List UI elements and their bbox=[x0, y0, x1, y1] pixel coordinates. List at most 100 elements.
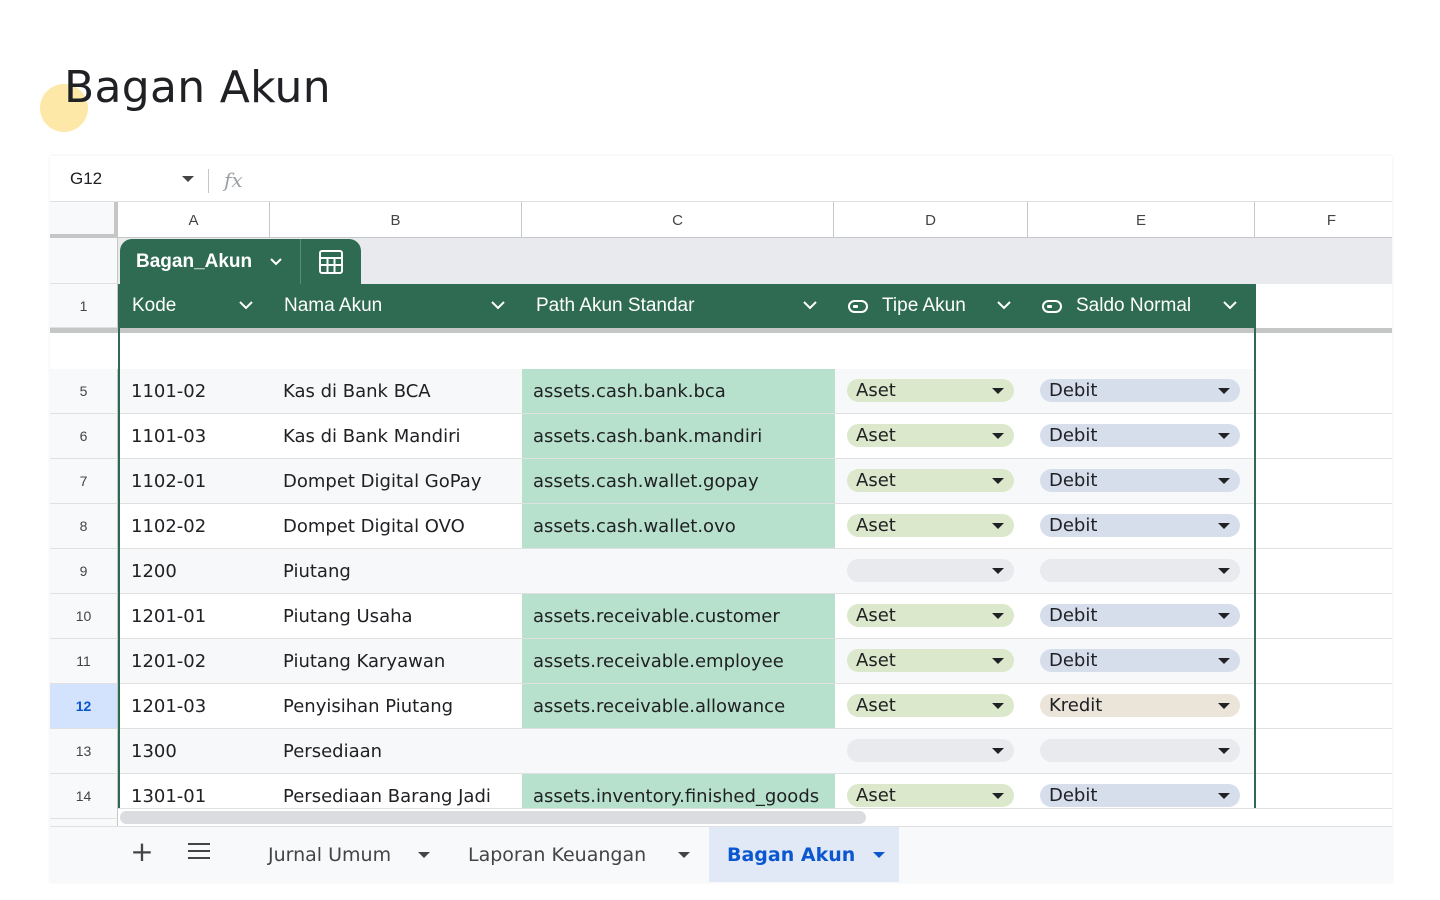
tipe-akun-dropdown[interactable]: Aset bbox=[847, 649, 1014, 672]
dropdown-arrow-icon[interactable] bbox=[1218, 433, 1230, 439]
cell-kode[interactable]: 1102-02 bbox=[120, 504, 272, 548]
chevron-down-icon[interactable] bbox=[678, 852, 690, 858]
cell-path-akun[interactable] bbox=[522, 549, 835, 593]
cell-nama-akun[interactable]: Penyisihan Piutang bbox=[272, 684, 524, 728]
cell-kode[interactable]: 1101-03 bbox=[120, 414, 272, 458]
dropdown-arrow-icon[interactable] bbox=[1218, 478, 1230, 484]
cell-nama-akun[interactable]: Piutang Karyawan bbox=[272, 639, 524, 683]
row-header[interactable]: 14 bbox=[50, 774, 118, 819]
row-header[interactable]: 1 bbox=[50, 284, 118, 328]
cell-kode[interactable]: 1101-02 bbox=[120, 369, 272, 413]
dropdown-arrow-icon[interactable] bbox=[992, 613, 1004, 619]
row-header[interactable]: 10 bbox=[50, 594, 118, 639]
tipe-akun-dropdown[interactable]: Aset bbox=[847, 469, 1014, 492]
tipe-akun-dropdown[interactable]: Aset bbox=[847, 424, 1014, 447]
dropdown-arrow-icon[interactable] bbox=[1218, 658, 1230, 664]
row-header[interactable]: 6 bbox=[50, 414, 118, 459]
cell-path-akun[interactable]: assets.cash.wallet.gopay bbox=[522, 459, 835, 503]
column-header-f[interactable]: F bbox=[1255, 202, 1392, 238]
cell-kode[interactable]: 1200 bbox=[120, 549, 272, 593]
table-row[interactable]: 1101-02 Kas di Bank BCA assets.cash.bank.b… bbox=[118, 369, 1392, 414]
table-row[interactable]: 1201-02 Piutang Karyawan assets.receivable… bbox=[118, 639, 1392, 684]
column-header-d[interactable]: D bbox=[834, 202, 1028, 238]
dropdown-arrow-icon[interactable] bbox=[992, 523, 1004, 529]
saldo-normal-dropdown[interactable]: Debit bbox=[1040, 784, 1240, 807]
row-header[interactable]: 5 bbox=[50, 369, 118, 414]
tipe-akun-dropdown[interactable]: Aset bbox=[847, 604, 1014, 627]
sheet-tab-jurnal-umum[interactable]: Jurnal Umum bbox=[250, 827, 444, 882]
table-name-tab[interactable]: Bagan_Akun bbox=[120, 239, 300, 284]
cell-nama-akun[interactable]: Persediaan Barang Jadi bbox=[272, 774, 524, 808]
cell-kode[interactable]: 1102-01 bbox=[120, 459, 272, 503]
table-calc-button[interactable] bbox=[300, 239, 361, 284]
cell-kode[interactable]: 1300 bbox=[120, 729, 272, 773]
cell-kode[interactable]: 1301-01 bbox=[120, 774, 272, 808]
dropdown-arrow-icon[interactable] bbox=[1218, 748, 1230, 754]
cell-nama-akun[interactable]: Kas di Bank Mandiri bbox=[272, 414, 524, 458]
row-header[interactable]: 7 bbox=[50, 459, 118, 504]
table-row[interactable]: 1102-02 Dompet Digital OVO assets.cash.wal… bbox=[118, 504, 1392, 549]
row-header[interactable]: 13 bbox=[50, 729, 118, 774]
column-header-c[interactable]: C bbox=[522, 202, 834, 238]
saldo-normal-dropdown[interactable]: Debit bbox=[1040, 424, 1240, 447]
name-box[interactable]: G12 bbox=[58, 164, 198, 194]
row-header[interactable]: 8 bbox=[50, 504, 118, 549]
row-header[interactable]: 11 bbox=[50, 639, 118, 684]
chevron-down-icon[interactable] bbox=[1220, 295, 1240, 315]
dropdown-arrow-icon[interactable] bbox=[992, 388, 1004, 394]
header-nama-akun[interactable]: Nama Akun bbox=[272, 284, 524, 328]
chevron-down-icon[interactable] bbox=[800, 295, 820, 315]
tipe-akun-dropdown[interactable] bbox=[847, 739, 1014, 762]
row-header[interactable]: 12 bbox=[50, 684, 118, 729]
cell-nama-akun[interactable]: Piutang bbox=[272, 549, 524, 593]
dropdown-arrow-icon[interactable] bbox=[992, 748, 1004, 754]
header-tipe-akun[interactable]: Tipe Akun bbox=[836, 284, 1030, 328]
header-kode[interactable]: Kode bbox=[120, 284, 272, 328]
tipe-akun-dropdown[interactable]: Aset bbox=[847, 514, 1014, 537]
cell-path-akun[interactable]: assets.cash.bank.bca bbox=[522, 369, 835, 413]
cell-kode[interactable]: 1201-02 bbox=[120, 639, 272, 683]
saldo-normal-dropdown[interactable]: Debit bbox=[1040, 649, 1240, 672]
dropdown-arrow-icon[interactable] bbox=[1218, 568, 1230, 574]
dropdown-arrow-icon[interactable] bbox=[992, 658, 1004, 664]
tipe-akun-dropdown[interactable]: Aset bbox=[847, 694, 1014, 717]
dropdown-arrow-icon[interactable] bbox=[1218, 793, 1230, 799]
cell-kode[interactable]: 1201-03 bbox=[120, 684, 272, 728]
saldo-normal-dropdown[interactable]: Debit bbox=[1040, 604, 1240, 627]
cell-path-akun[interactable]: assets.receivable.allowance bbox=[522, 684, 835, 728]
dropdown-arrow-icon[interactable] bbox=[992, 433, 1004, 439]
row-header[interactable]: 9 bbox=[50, 549, 118, 594]
dropdown-arrow-icon[interactable] bbox=[992, 703, 1004, 709]
saldo-normal-dropdown[interactable]: Debit bbox=[1040, 514, 1240, 537]
chevron-down-icon[interactable] bbox=[873, 852, 885, 858]
table-row[interactable]: 1101-03 Kas di Bank Mandiri assets.cash.ba… bbox=[118, 414, 1392, 459]
saldo-normal-dropdown[interactable] bbox=[1040, 559, 1240, 582]
dropdown-arrow-icon[interactable] bbox=[1218, 523, 1230, 529]
chevron-down-icon[interactable] bbox=[994, 295, 1014, 315]
cell-path-akun[interactable]: assets.cash.bank.mandiri bbox=[522, 414, 835, 458]
cell-path-akun[interactable]: assets.receivable.customer bbox=[522, 594, 835, 638]
saldo-normal-dropdown[interactable]: Debit bbox=[1040, 379, 1240, 402]
cell-nama-akun[interactable]: Persediaan bbox=[272, 729, 524, 773]
chevron-down-icon[interactable] bbox=[236, 295, 256, 315]
table-row[interactable]: 1301-01 Persediaan Barang Jadi assets.inve… bbox=[118, 774, 1392, 808]
cell-path-akun[interactable]: assets.receivable.employee bbox=[522, 639, 835, 683]
table-row[interactable]: 1201-01 Piutang Usaha assets.receivable.cu… bbox=[118, 594, 1392, 639]
tipe-akun-dropdown[interactable] bbox=[847, 559, 1014, 582]
header-saldo-normal[interactable]: Saldo Normal bbox=[1030, 284, 1256, 328]
tipe-akun-dropdown[interactable]: Aset bbox=[847, 379, 1014, 402]
horizontal-scrollbar-thumb[interactable] bbox=[120, 811, 866, 824]
cell-path-akun[interactable]: assets.inventory.finished_goods bbox=[522, 774, 835, 808]
chevron-down-icon[interactable] bbox=[418, 852, 430, 858]
cell-path-akun[interactable]: assets.cash.wallet.ovo bbox=[522, 504, 835, 548]
saldo-normal-dropdown[interactable]: Kredit bbox=[1040, 694, 1240, 717]
chevron-down-icon[interactable] bbox=[268, 253, 284, 269]
sheet-tab-laporan-keuangan[interactable]: Laporan Keuangan bbox=[450, 827, 704, 882]
dropdown-arrow-icon[interactable] bbox=[992, 568, 1004, 574]
select-all-corner[interactable] bbox=[50, 202, 118, 238]
column-header-b[interactable]: B bbox=[270, 202, 522, 238]
sheet-tab-bagan-akun[interactable]: Bagan Akun bbox=[709, 827, 899, 882]
dropdown-arrow-icon[interactable] bbox=[1218, 388, 1230, 394]
chevron-down-icon[interactable] bbox=[488, 295, 508, 315]
column-header-a[interactable]: A bbox=[118, 202, 270, 238]
